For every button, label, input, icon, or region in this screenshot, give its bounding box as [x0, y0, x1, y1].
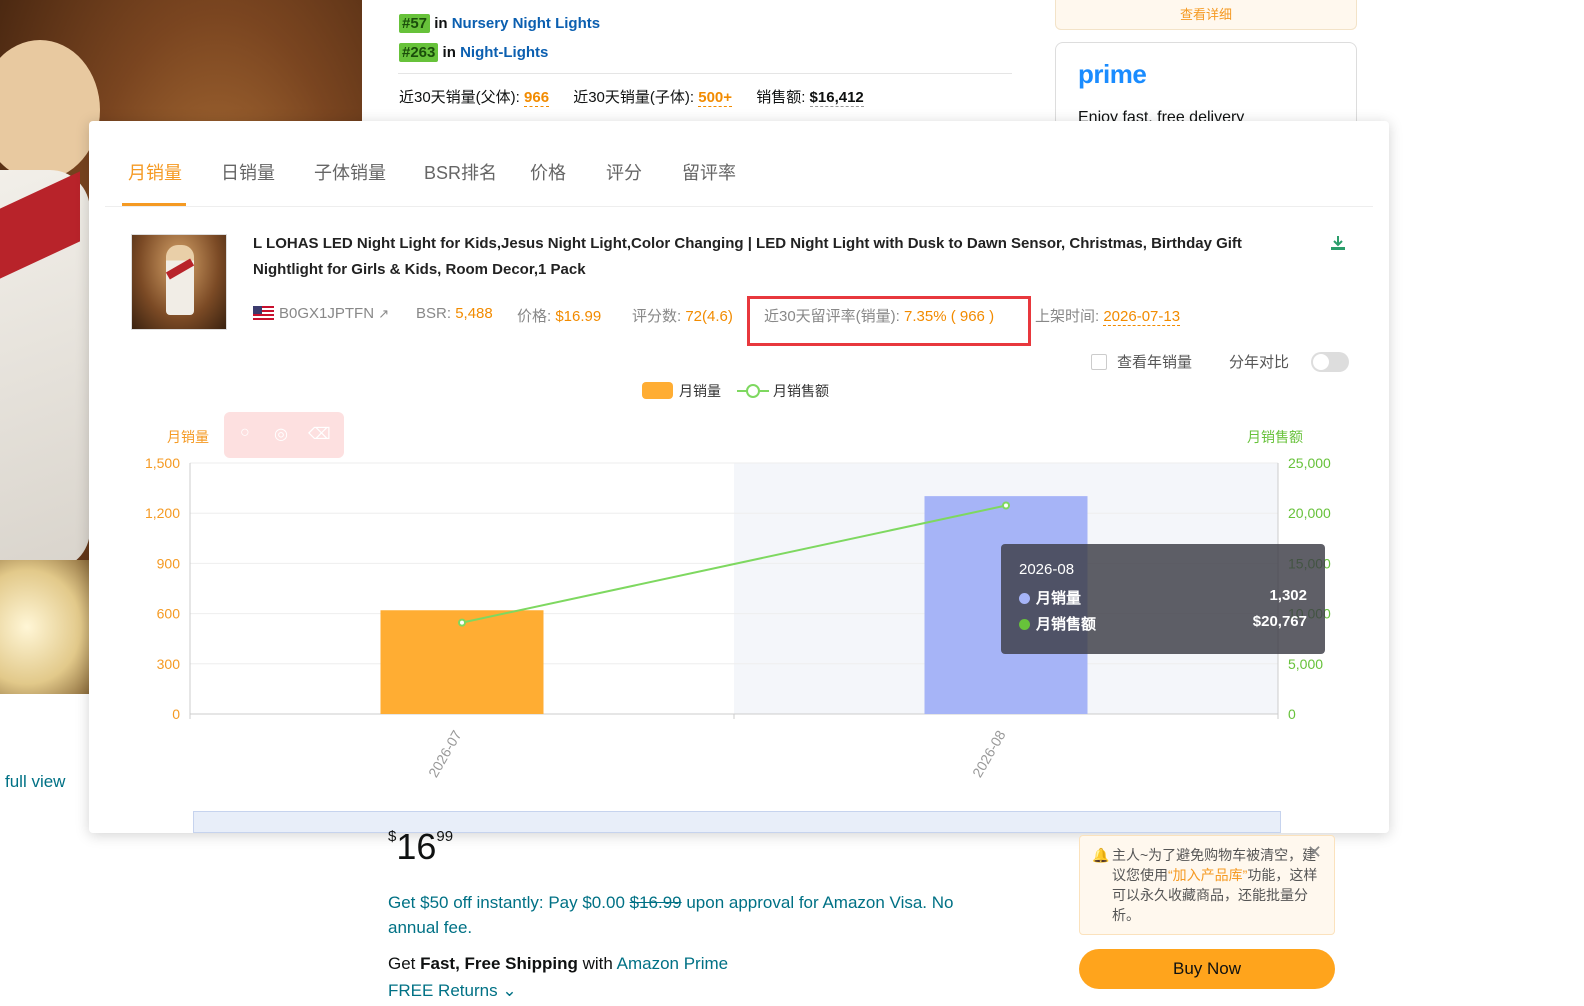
ship-bold: Fast, Free Shipping — [420, 954, 578, 973]
chart-tooltip: 2026-08 月销量 1,302 月销售额 $20,767 — [1001, 544, 1325, 654]
left-axis-tick-label: 0 — [172, 706, 180, 722]
buy-now-button[interactable]: Buy Now — [1079, 949, 1335, 989]
left-axis-tick-label: 900 — [157, 555, 181, 571]
right-axis-tick-label: 5,000 — [1288, 656, 1323, 672]
child-sales-value[interactable]: 500+ — [698, 89, 733, 107]
sales-chart: 003005,00060010,00090015,0001,20020,0001… — [145, 455, 1331, 780]
parent-sales-label: 近30天销量(父体): — [399, 89, 520, 106]
bell-icon: 🔔 — [1092, 847, 1110, 863]
line-point-revenue — [1002, 501, 1010, 510]
cart-notice: 🔔 主人~为了避免购物车被清空，建议您使用“加入产品库”功能，这样可以永久收藏商… — [1079, 835, 1335, 935]
tooltip-revenue-value: $20,767 — [1252, 613, 1307, 630]
bsr-line-2: #263 in Night-Lights — [399, 43, 548, 62]
full-view-link[interactable]: full view — [5, 772, 65, 792]
chevron-down-icon: ⌄ — [502, 981, 517, 1000]
bsr-category-link[interactable]: Nursery Night Lights — [452, 15, 600, 32]
left-axis-tick-label: 600 — [157, 606, 181, 622]
close-icon[interactable]: ✕ — [1307, 842, 1322, 862]
shipping-line: Get Fast, Free Shipping with Amazon Prim… — [388, 954, 728, 974]
tooltip-revenue-dot — [1019, 619, 1030, 630]
view-details-link[interactable]: 查看详细 — [1055, 0, 1357, 30]
visa-offer-link[interactable]: Get $50 off instantly: Pay $0.00 $16.99 … — [388, 890, 998, 940]
line-point-revenue — [458, 618, 466, 627]
left-axis-tick-label: 1,200 — [145, 505, 180, 521]
bsr-line-1: #57 in Nursery Night Lights — [399, 14, 600, 33]
sales-trend-panel: 月销量 日销量 子体销量 BSR排名 价格 评分 留评率 L LOHAS LED… — [89, 121, 1389, 833]
sales-stats-row: 近30天销量(父体): 966 近30天销量(子体): 500+ 销售额: $1… — [399, 86, 864, 107]
product-price: $1699 — [388, 826, 453, 868]
bsr-rank-badge: #57 — [399, 14, 431, 33]
x-axis-tick-label: 2026-07 — [425, 727, 465, 780]
ship-with: with — [577, 954, 617, 973]
divider — [398, 73, 1012, 74]
right-axis-tick-label: 25,000 — [1288, 455, 1331, 471]
tooltip-units-value: 1,302 — [1269, 587, 1307, 604]
tooltip-title: 2026-08 — [1019, 561, 1075, 578]
ship-prefix: Get — [388, 954, 421, 973]
tooltip-revenue-label: 月销售额 — [1036, 616, 1097, 633]
prime-logo: prime — [1078, 59, 1147, 89]
data-zoom-slider[interactable] — [193, 811, 1281, 833]
bsr-in-text: in — [442, 44, 456, 61]
right-axis-tick-label: 20,000 — [1288, 505, 1331, 521]
bsr-rank-badge: #263 — [399, 43, 439, 62]
returns-label: FREE Returns — [388, 981, 498, 1000]
bsr-category-link[interactable]: Night-Lights — [460, 44, 548, 61]
tooltip-units-row: 月销量 1,302 — [1019, 587, 1307, 608]
parent-sales-value[interactable]: 966 — [524, 89, 550, 107]
left-axis-tick-label: 1,500 — [145, 455, 180, 471]
price-whole: 16 — [396, 826, 437, 867]
add-to-library-link[interactable]: “加入产品库” — [1168, 867, 1247, 883]
revenue-value[interactable]: $16,412 — [809, 89, 864, 107]
tooltip-units-label: 月销量 — [1036, 590, 1082, 607]
offer-strike-price: $16.99 — [629, 893, 682, 912]
price-fraction: 99 — [436, 828, 454, 845]
revenue-label: 销售额: — [756, 89, 806, 106]
x-axis-tick-label: 2026-08 — [969, 727, 1009, 780]
right-axis-tick-label: 0 — [1288, 706, 1296, 722]
amazon-prime-link[interactable]: Amazon Prime — [617, 954, 728, 973]
left-axis-tick-label: 300 — [157, 656, 181, 672]
free-returns-link[interactable]: FREE Returns ⌄ — [388, 981, 517, 1001]
child-sales-label: 近30天销量(子体): — [573, 89, 695, 106]
tooltip-units-dot — [1019, 593, 1030, 604]
bsr-in-text: in — [434, 15, 448, 32]
offer-text: Get $50 off instantly: Pay $0.00 — [388, 893, 630, 912]
tooltip-revenue-row: 月销售额 $20,767 — [1019, 613, 1307, 634]
